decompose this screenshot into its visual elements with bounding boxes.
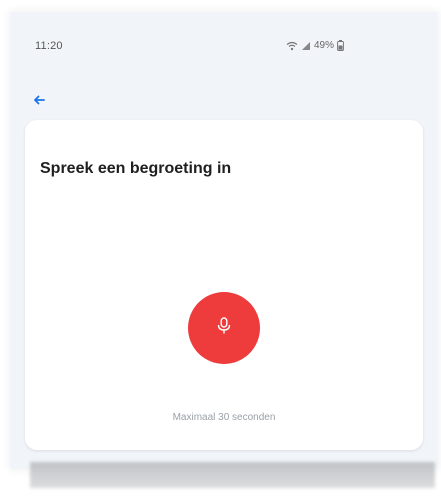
- arrow-left-icon: [33, 92, 45, 110]
- status-bar: 11:20 49%: [10, 12, 438, 72]
- bottom-shadow: [30, 462, 435, 488]
- max-duration-hint: Maximaal 30 seconden: [172, 412, 276, 423]
- battery-percentage: 49%: [314, 40, 335, 51]
- back-button[interactable]: [30, 92, 48, 110]
- wifi-icon: [286, 41, 298, 51]
- greeting-card: Spreek een begroeting in Maximaal 30 sec…: [25, 120, 423, 450]
- signal-icon: [301, 41, 311, 51]
- status-time: 11:20: [35, 40, 63, 52]
- page-title: Spreek een begroeting in: [40, 160, 232, 177]
- status-icons: 49%: [286, 40, 344, 51]
- record-button[interactable]: [188, 292, 260, 364]
- app-screen: 11:20 49% Spreek een begroeting in Maxim…: [10, 12, 438, 469]
- microphone-icon: [217, 316, 231, 340]
- battery-icon: [337, 40, 344, 51]
